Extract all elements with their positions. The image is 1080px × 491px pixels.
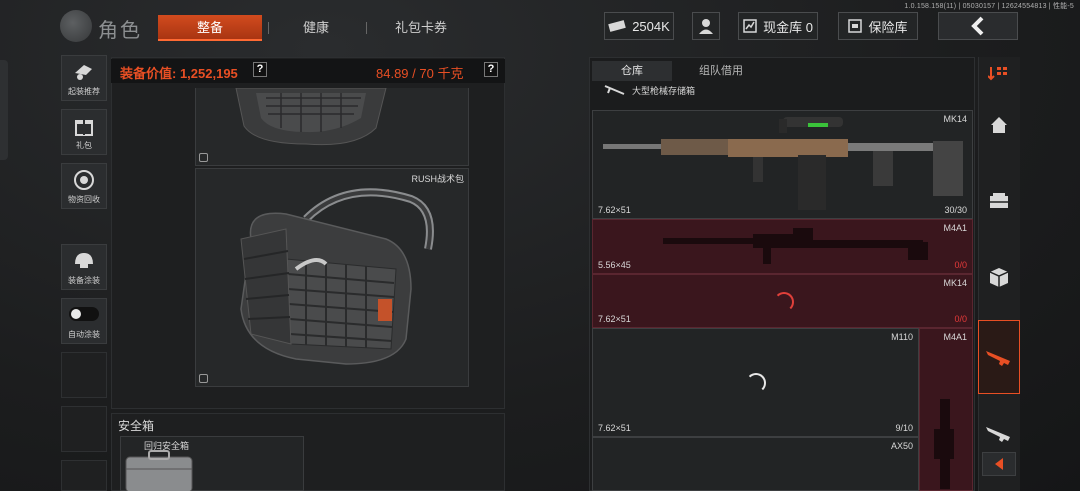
warehouse-item-m4a1[interactable]: M4A1 5.56×45 0/0	[592, 219, 973, 274]
slot-lock-icon	[199, 153, 208, 162]
sidebar-empty-slot	[61, 352, 107, 398]
top-bar: 角色 整备 健康 礼包卡券 2504K 现金库 0 保险库	[0, 8, 1080, 44]
warehouse-item-mk14-loading[interactable]: MK14 7.62×51 0/0	[592, 274, 973, 328]
item-ammo: 5.56×45	[598, 260, 631, 270]
sidebar-item-label: 礼包	[76, 141, 92, 150]
tab-warehouse[interactable]: 仓库	[592, 61, 672, 81]
warehouse-item-m4a1-vertical[interactable]: M4A1	[919, 328, 973, 491]
home-icon	[991, 117, 1007, 133]
sort-icon	[988, 67, 1007, 81]
sidebar-item-loadout-recommend[interactable]: 起装推荐	[61, 55, 107, 101]
crate-icon	[990, 193, 1008, 208]
sidebar-item-auto-skin[interactable]: 自动涂装	[61, 298, 107, 344]
item-count: 0/0	[954, 314, 967, 324]
safe-box-title: 安全箱	[118, 419, 155, 433]
tab-team-borrow[interactable]: 组队借用	[676, 61, 766, 81]
item-ammo: 7.62×51	[598, 314, 631, 324]
rail-collapse-button[interactable]	[982, 452, 1016, 476]
item-count: 0/0	[954, 260, 967, 270]
tab-divider	[366, 22, 367, 34]
caret-left-icon	[995, 458, 1003, 470]
gift-icon	[75, 120, 93, 136]
globe-icon	[60, 10, 92, 42]
left-edge-handle[interactable]	[0, 60, 8, 160]
cash-storage-button[interactable]: 现金库 0	[738, 12, 818, 40]
sidebar-empty-slot	[61, 406, 107, 452]
cash-storage-label: 现金库 0	[763, 19, 813, 35]
warehouse-item-m110[interactable]: M110 7.62×51 9/10	[592, 328, 919, 437]
assault-rifle-icon	[986, 351, 1010, 366]
loading-spinner-icon	[746, 373, 766, 393]
toggle-knob	[71, 309, 81, 319]
weight-help-button[interactable]: ?	[484, 62, 498, 77]
value-help-button[interactable]: ?	[253, 62, 267, 77]
backpack-image	[240, 188, 434, 365]
tab-loadout[interactable]: 整备	[158, 15, 262, 41]
item-name: M4A1	[943, 223, 967, 233]
rifle-small-icon	[604, 85, 625, 95]
loadout-icon	[75, 65, 92, 80]
equipment-slot-upper[interactable]	[195, 87, 469, 166]
slot-lock-icon	[199, 374, 208, 383]
safe-box-name: 回归安全箱	[144, 441, 190, 451]
box-icon	[989, 268, 1009, 287]
mk14-image	[603, 117, 963, 210]
backpack-name: RUSH战术包	[411, 174, 464, 184]
warehouse-item-mk14[interactable]: MK14 7.62×51 30/30	[592, 110, 973, 219]
item-name: MK14	[943, 114, 967, 124]
operator-icon	[699, 19, 713, 34]
tab-divider	[268, 22, 269, 34]
item-ammo: 7.62×51	[598, 205, 631, 215]
sidebar-item-label: 物资回收	[68, 195, 100, 204]
m4a1-image	[663, 228, 928, 264]
tab-gift-coupons[interactable]: 礼包卡券	[376, 15, 466, 41]
tab-health[interactable]: 健康	[276, 15, 356, 41]
page-title: 角色	[98, 20, 142, 42]
insurance-button[interactable]: 保险库	[838, 12, 918, 40]
vault-icon	[848, 19, 863, 33]
rifle-icon	[986, 427, 1010, 442]
helmet-icon	[75, 253, 93, 268]
rail-crate-button[interactable]	[978, 180, 1020, 222]
m4a1-vertical-image	[934, 399, 954, 489]
storage-box-title: 大型枪械存储箱	[632, 86, 696, 96]
rail-box-button[interactable]	[978, 256, 1020, 298]
currency-amount: 2504K	[632, 18, 670, 34]
auto-skin-toggle[interactable]	[69, 307, 99, 321]
chest-rig-image	[235, 87, 387, 146]
rail-home-button[interactable]	[978, 104, 1020, 146]
rail-assault-rifle-button[interactable]	[978, 320, 1020, 394]
warehouse-item-ax50[interactable]: AX50	[592, 437, 919, 491]
sidebar-item-label: 装备涂装	[68, 276, 100, 285]
back-button[interactable]	[938, 12, 1018, 40]
sidebar-item-gift[interactable]: 礼包	[61, 109, 107, 155]
sidebar-empty-slot	[61, 460, 107, 491]
loading-spinner-icon	[774, 292, 794, 312]
sidebar-item-label: 自动涂装	[68, 330, 100, 339]
currency-display[interactable]: 2504K	[604, 12, 674, 40]
chevron-left-icon	[971, 16, 984, 36]
chart-icon	[743, 19, 757, 33]
sidebar-item-equipment-skin[interactable]: 装备涂装	[61, 244, 107, 290]
item-name: AX50	[890, 441, 913, 451]
item-name: MK14	[943, 278, 967, 288]
operator-button[interactable]	[692, 12, 720, 40]
equipment-value: 装备价值: 1,252,195	[120, 66, 238, 81]
sidebar-item-label: 起装推荐	[68, 87, 100, 96]
backpack-slot[interactable]: RUSH战术包	[195, 168, 469, 387]
rail-rifle-button[interactable]	[978, 412, 1020, 454]
banknote-icon	[608, 20, 626, 32]
item-count: 30/30	[944, 205, 967, 215]
item-name: M110	[891, 332, 913, 342]
insurance-label: 保险库	[868, 19, 908, 35]
sidebar-item-recycle[interactable]: 物资回收	[61, 163, 107, 209]
carry-weight: 84.89 / 70 千克	[376, 66, 464, 81]
item-name: M4A1	[943, 332, 967, 342]
recycle-icon	[74, 170, 94, 190]
item-count: 9/10	[895, 423, 913, 433]
item-ammo: 7.62×51	[598, 423, 631, 433]
rail-sort-button[interactable]	[978, 52, 1020, 94]
